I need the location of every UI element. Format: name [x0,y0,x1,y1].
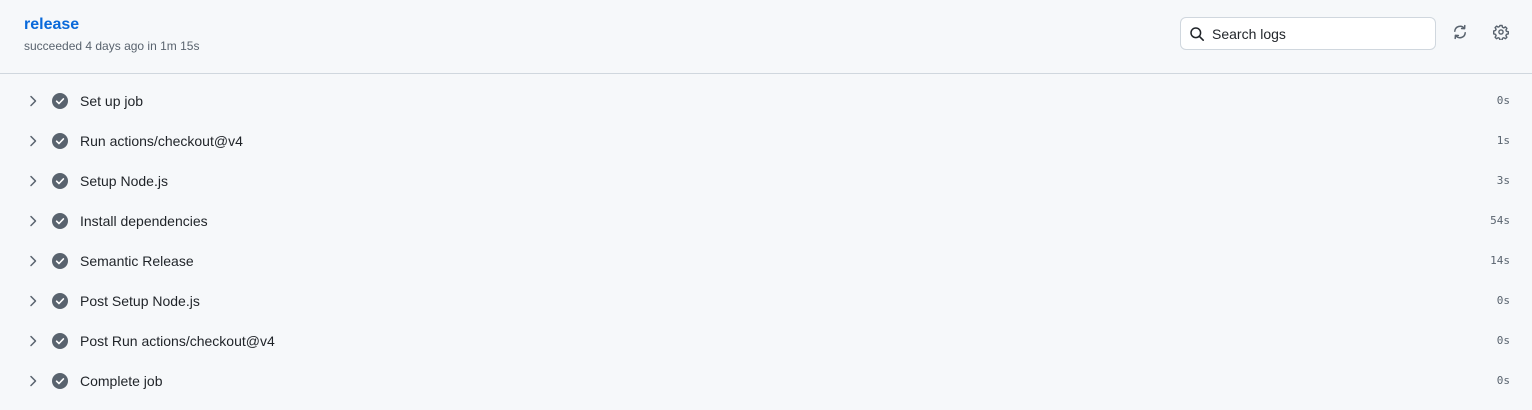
step-row[interactable]: Setup Node.js 3s [0,161,1532,201]
chevron-right-icon[interactable] [25,373,41,389]
chevron-right-icon[interactable] [25,333,41,349]
check-circle-icon [52,213,68,229]
step-name: Semantic Release [80,253,194,269]
step-duration: 0s [1496,94,1510,107]
check-circle-icon [52,333,68,349]
search-logs-input[interactable] [1212,18,1427,49]
chevron-right-icon[interactable] [25,93,41,109]
step-name: Complete job [80,373,163,389]
job-steps-list: Set up job 0s Run actions/checkout@v4 1s… [0,81,1532,401]
sync-icon [1452,24,1468,45]
step-row[interactable]: Post Run actions/checkout@v4 0s [0,321,1532,361]
chevron-right-icon[interactable] [25,133,41,149]
check-circle-icon [52,293,68,309]
step-duration: 14s [1490,254,1510,267]
chevron-right-icon[interactable] [25,253,41,269]
search-icon [1189,26,1205,42]
step-duration: 0s [1496,374,1510,387]
step-row[interactable]: Run actions/checkout@v4 1s [0,121,1532,161]
step-duration: 1s [1496,134,1510,147]
step-duration: 0s [1496,294,1510,307]
step-duration: 3s [1496,174,1510,187]
job-header: release succeeded 4 days ago in 1m 15s [0,0,1532,74]
chevron-right-icon[interactable] [25,213,41,229]
check-circle-icon [52,133,68,149]
job-status-text: succeeded 4 days ago in 1m 15s [24,39,200,53]
step-name: Post Setup Node.js [80,293,200,309]
step-duration: 54s [1490,214,1510,227]
chevron-right-icon[interactable] [25,173,41,189]
refresh-button[interactable] [1446,20,1474,48]
step-name: Post Run actions/checkout@v4 [80,333,275,349]
step-name: Setup Node.js [80,173,168,189]
step-name: Set up job [80,93,144,109]
step-duration: 0s [1496,334,1510,347]
gear-icon [1493,24,1509,45]
step-row[interactable]: Set up job 0s [0,81,1532,121]
search-logs-box[interactable] [1180,17,1436,50]
step-row[interactable]: Complete job 0s [0,361,1532,401]
step-name: Install dependencies [80,213,208,229]
check-circle-icon [52,173,68,189]
step-row[interactable]: Install dependencies 54s [0,201,1532,241]
settings-button[interactable] [1487,20,1515,48]
job-title-link[interactable]: release [24,15,79,35]
chevron-right-icon[interactable] [25,293,41,309]
step-name: Run actions/checkout@v4 [80,133,243,149]
check-circle-icon [52,253,68,269]
step-row[interactable]: Post Setup Node.js 0s [0,281,1532,321]
check-circle-icon [52,93,68,109]
check-circle-icon [52,373,68,389]
step-row[interactable]: Semantic Release 14s [0,241,1532,281]
